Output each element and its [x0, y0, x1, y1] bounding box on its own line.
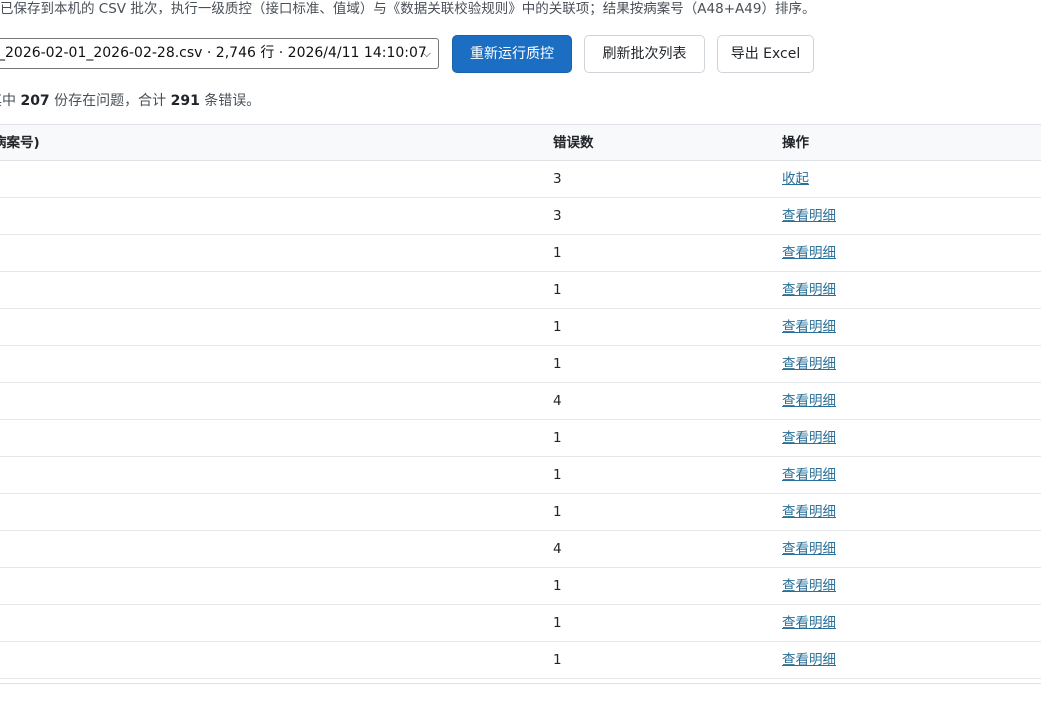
page-description: 已保存到本机的 CSV 批次，执行一级质控（接口标准、值域）与《数据关联校验规则… [0, 1, 816, 17]
collapse-link[interactable]: 收起 [782, 161, 809, 197]
table-row: 4 查看明细 [0, 383, 1041, 420]
error-count-cell: 1 [553, 652, 562, 668]
qc-results-page: 已保存到本机的 CSV 批次，执行一级质控（接口标准、值域）与《数据关联校验规则… [0, 0, 1041, 725]
toolbar: _2026-02-01_2026-02-28.csv · 2,746 行 · 2… [0, 35, 1041, 73]
view-details-link[interactable]: 查看明细 [782, 198, 836, 234]
view-details-link[interactable]: 查看明细 [782, 531, 836, 567]
table-row: 1 查看明细 [0, 309, 1041, 346]
rerun-qc-button[interactable]: 重新运行质控 [452, 35, 572, 73]
header-action: 操作 [782, 135, 809, 151]
table-row: 1 查看明细 [0, 420, 1041, 457]
batch-select-value: _2026-02-01_2026-02-28.csv · 2,746 行 · 2… [0, 45, 427, 61]
error-count-cell: 1 [553, 430, 562, 446]
export-excel-button[interactable]: 导出 Excel [717, 35, 814, 73]
table-row: 3 收起 [0, 161, 1041, 198]
error-count-cell: 1 [553, 245, 562, 261]
summary-prefix: 其中 [0, 93, 16, 109]
view-details-link[interactable]: 查看明细 [782, 272, 836, 308]
view-details-link[interactable]: 查看明细 [782, 383, 836, 419]
summary-middle: 份存在问题，合计 [54, 93, 167, 109]
table-row: 1 查看明细 [0, 642, 1041, 679]
summary-suffix: 条错误。 [204, 93, 261, 109]
batch-select[interactable]: _2026-02-01_2026-02-28.csv · 2,746 行 · 2… [0, 38, 439, 69]
chevron-down-icon: ⌵ [422, 47, 431, 60]
view-details-link[interactable]: 查看明细 [782, 346, 836, 382]
view-details-link[interactable]: 查看明细 [782, 642, 836, 678]
header-record-id: 病案号) [0, 135, 40, 151]
error-count-cell: 1 [553, 578, 562, 594]
table-row: 1 查看明细 [0, 568, 1041, 605]
table-body: 3 收起 3 查看明细 1 查看明细 1 查看明细 1 查看明细 1 查看明细 4 查看明细 1 查看明细 1 查… [0, 161, 1041, 679]
table-row: 1 查看明细 [0, 605, 1041, 642]
view-details-link[interactable]: 查看明细 [782, 235, 836, 271]
view-details-link[interactable]: 查看明细 [782, 568, 836, 604]
error-count-cell: 4 [553, 393, 562, 409]
table-row: 1 查看明细 [0, 346, 1041, 383]
error-count-cell: 3 [553, 171, 562, 187]
view-details-link[interactable]: 查看明细 [782, 457, 836, 493]
error-count-cell: 1 [553, 282, 562, 298]
error-count-cell: 4 [553, 541, 562, 557]
view-details-link[interactable]: 查看明细 [782, 605, 836, 641]
view-details-link[interactable]: 查看明细 [782, 309, 836, 345]
table-row: 3 查看明细 [0, 198, 1041, 235]
error-count-cell: 1 [553, 319, 562, 335]
table-row: 1 查看明细 [0, 272, 1041, 309]
header-error-count: 错误数 [553, 135, 594, 151]
table-header: 病案号) 错误数 操作 [0, 124, 1041, 161]
table-row: 1 查看明细 [0, 235, 1041, 272]
view-details-link[interactable]: 查看明细 [782, 494, 836, 530]
table-row: 4 查看明细 [0, 531, 1041, 568]
qc-summary: 其中 207 份存在问题，合计 291 条错误。 [0, 91, 260, 111]
error-count-cell: 1 [553, 356, 562, 372]
error-count-cell: 1 [553, 615, 562, 631]
results-table: 病案号) 错误数 操作 3 收起 3 查看明细 1 查看明细 1 查看明细 1 查看明细 1 查看明细… [0, 124, 1041, 679]
refresh-batch-list-button[interactable]: 刷新批次列表 [584, 35, 705, 73]
error-count-cell: 1 [553, 467, 562, 483]
error-count: 291 [170, 93, 200, 109]
error-count-cell: 3 [553, 208, 562, 224]
view-details-link[interactable]: 查看明细 [782, 420, 836, 456]
table-row: 1 查看明细 [0, 494, 1041, 531]
problem-count: 207 [20, 93, 50, 109]
error-count-cell: 1 [553, 504, 562, 520]
table-row: 1 查看明细 [0, 457, 1041, 494]
table-bottom-divider [0, 683, 1041, 684]
